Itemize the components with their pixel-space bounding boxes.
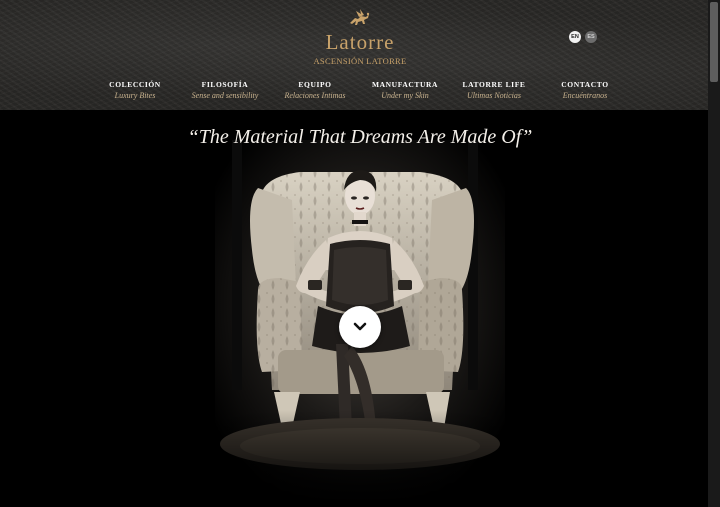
scrollbar-thumb[interactable] bbox=[710, 2, 718, 82]
chevron-down-icon bbox=[353, 322, 367, 331]
nav-item-latorre-life[interactable]: LATORRE LIFE Ultimas Noticias bbox=[456, 80, 532, 100]
main-navigation: COLECCIÓN Luxury Bites FILOSOFÍA Sense a… bbox=[95, 80, 630, 102]
nav-item-contacto[interactable]: CONTACTO Encuéntranos bbox=[549, 80, 621, 100]
nav-title: EQUIPO bbox=[298, 80, 332, 89]
nav-item-equipo[interactable]: EQUIPO Relaciones Intimas bbox=[277, 80, 353, 100]
nav-subtitle: Relaciones Intimas bbox=[284, 91, 346, 100]
brand-subtitle: ASCENSIÓN LATORRE bbox=[313, 56, 407, 66]
nav-subtitle: Luxury Bites bbox=[114, 91, 156, 100]
scroll-down-button[interactable] bbox=[339, 306, 381, 348]
nav-title: FILOSOFÍA bbox=[201, 80, 249, 89]
language-es-button[interactable]: ES bbox=[585, 31, 597, 43]
nav-subtitle: Sense and sensibility bbox=[191, 91, 259, 100]
hero-tagline: “The Material That Dreams Are Made Of” bbox=[187, 126, 533, 148]
nav-item-manufactura[interactable]: MANUFACTURA Under my Skin bbox=[367, 80, 443, 100]
nav-subtitle: Encuéntranos bbox=[562, 91, 608, 100]
nav-item-filosofia[interactable]: FILOSOFÍA Sense and sensibility bbox=[183, 80, 267, 100]
brand-logo[interactable]: Latorre ASCENSIÓN LATORRE bbox=[300, 8, 420, 66]
nav-title: CONTACTO bbox=[561, 80, 609, 89]
language-en-button[interactable]: EN bbox=[569, 31, 581, 43]
nav-title: LATORRE LIFE bbox=[462, 80, 526, 89]
brand-name: Latorre bbox=[325, 30, 395, 54]
nav-title: MANUFACTURA bbox=[371, 80, 439, 89]
nav-title: COLECCIÓN bbox=[109, 80, 161, 89]
nav-subtitle: Under my Skin bbox=[381, 91, 429, 100]
nav-subtitle: Ultimas Noticias bbox=[466, 91, 521, 100]
winged-horse-icon bbox=[350, 9, 370, 25]
nav-item-coleccion[interactable]: COLECCIÓN Luxury Bites bbox=[95, 80, 175, 100]
